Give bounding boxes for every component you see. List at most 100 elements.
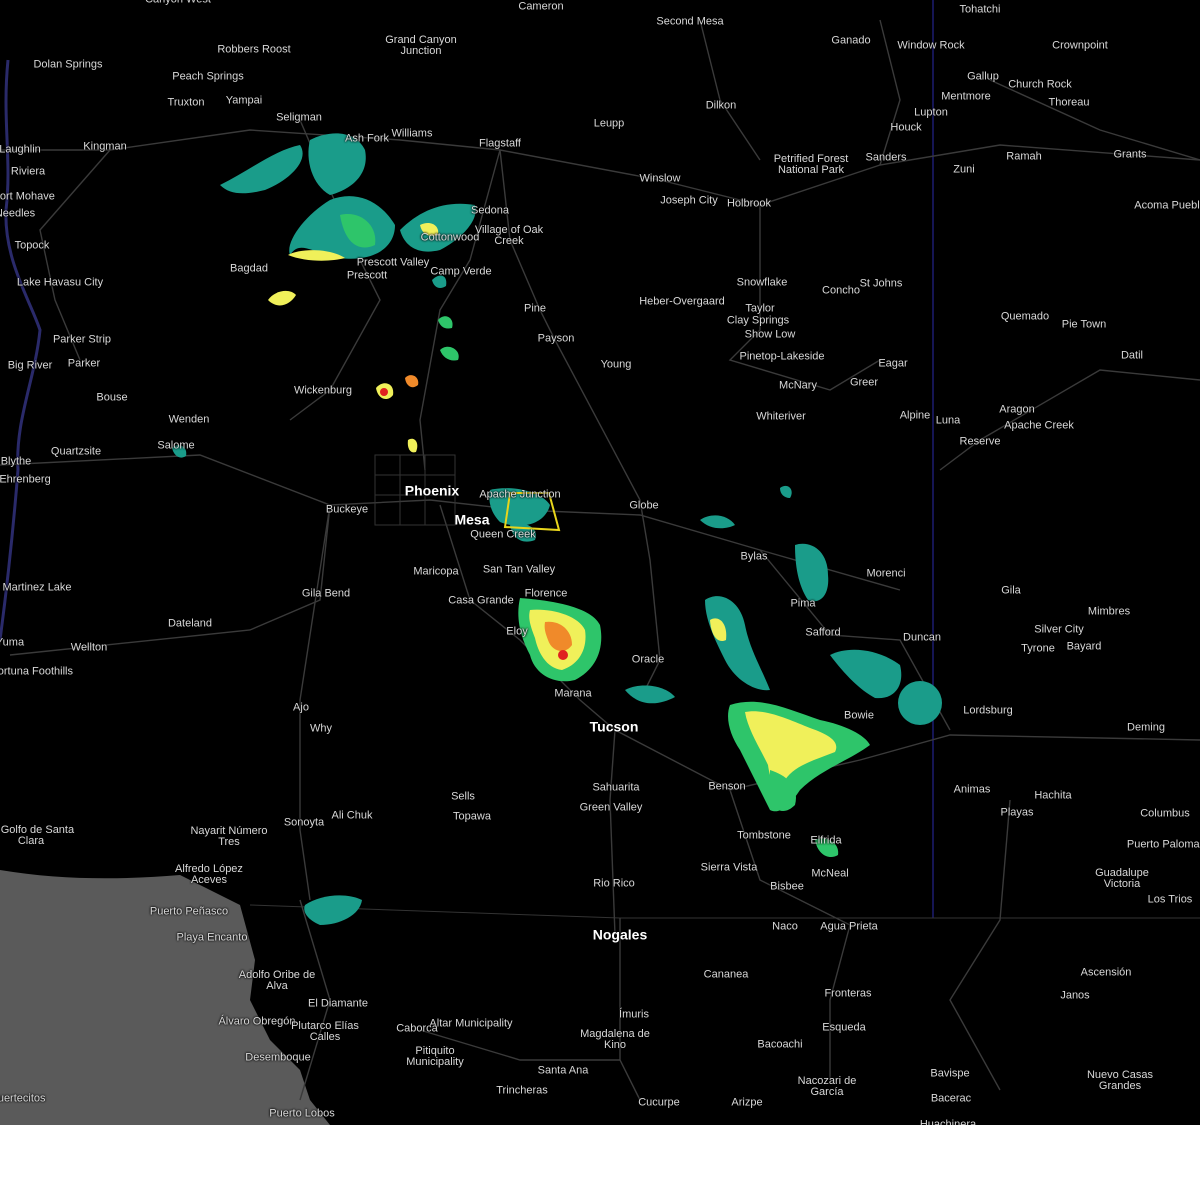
place-label: Adolfo Oribe de Alva: [238, 969, 316, 992]
place-label: Crownpoint: [1052, 39, 1108, 52]
place-label: Nuevo Casas Grandes: [1086, 1069, 1154, 1092]
place-label: Wenden: [168, 413, 210, 426]
place-label: Mimbres: [1087, 605, 1131, 618]
place-label: Village of Oak Creek: [474, 224, 544, 247]
place-label: Gila: [1001, 584, 1021, 597]
place-label: Peach Springs: [172, 70, 244, 83]
place-label: Bisbee: [770, 880, 804, 893]
place-label: Tombstone: [737, 829, 791, 842]
place-label: Benson: [708, 780, 746, 793]
place-label: Alfredo López Aceves: [175, 863, 243, 886]
place-label: Ganado: [831, 34, 871, 47]
place-label: Bavispe: [930, 1067, 970, 1080]
place-label: Camp Verde: [430, 265, 492, 278]
place-label: Janos: [1060, 989, 1090, 1002]
place-label: Needles: [0, 207, 36, 220]
place-label: Playa Encanto: [176, 931, 248, 944]
place-label: Winslow: [639, 172, 681, 185]
place-label: Sedona: [471, 204, 509, 217]
place-label: Ehrenberg: [0, 473, 51, 486]
place-label: Why: [310, 722, 332, 735]
place-label: Pine: [523, 302, 547, 315]
place-label: Florence: [524, 587, 568, 600]
place-label: Gallup: [967, 70, 999, 83]
place-label: Truxton: [167, 96, 205, 109]
place-label: Alpine: [899, 409, 931, 422]
place-label: Mentmore: [941, 90, 991, 103]
place-label: Sanders: [865, 151, 907, 164]
place-label: Apache Creek: [1004, 419, 1074, 432]
place-label: Rio Rico: [593, 877, 635, 890]
place-label: Riviera: [10, 165, 46, 178]
place-label: Taylor: [745, 302, 775, 315]
place-label: Los Trios: [1147, 893, 1193, 906]
place-label: Heber-Overgaard: [639, 295, 725, 308]
place-label: Blythe: [0, 455, 32, 468]
place-label: Puerto Lobos: [269, 1107, 335, 1120]
place-label: Church Rock: [1008, 78, 1072, 91]
place-label: Yuma: [0, 636, 25, 649]
place-label: Tyrone: [1021, 642, 1055, 655]
place-label: Bagdad: [230, 262, 268, 275]
place-label: Nacozari de García: [797, 1075, 857, 1098]
place-label: Ali Chuk: [331, 809, 373, 822]
place-label: Sierra Vista: [700, 861, 758, 874]
place-label: Acoma Pueblo: [1134, 199, 1200, 212]
place-label: Lupton: [914, 106, 948, 119]
place-label: Duncan: [903, 631, 941, 644]
place-label: Buckeye: [325, 503, 369, 516]
place-label: Puerto Peñasco: [149, 905, 229, 918]
international-border: [249, 904, 1200, 919]
place-label: Phoenix: [404, 482, 460, 499]
place-label: Arizpe: [731, 1096, 763, 1109]
place-label: Ajo: [293, 701, 309, 714]
place-label: Deming: [1127, 721, 1165, 734]
place-label: Pitiquito Municipality: [406, 1045, 464, 1068]
place-label: Cananea: [703, 968, 749, 981]
place-label: Grand Canyon Junction: [385, 34, 457, 57]
place-label: Canyon West: [145, 0, 211, 6]
place-label: Salome: [157, 439, 195, 452]
place-label: Safford: [805, 626, 841, 639]
place-label: Cucurpe: [638, 1096, 680, 1109]
place-label: Ash Fork: [344, 132, 390, 145]
place-label: Seligman: [276, 111, 322, 124]
place-label: Concho: [822, 284, 860, 297]
place-label: Payson: [537, 332, 575, 345]
place-label: Silver City: [1034, 623, 1084, 636]
place-label: Window Rock: [897, 39, 965, 52]
place-label: Globe: [629, 499, 659, 512]
place-label: Aragon: [999, 403, 1035, 416]
place-label: Ascensión: [1080, 966, 1132, 979]
place-label: Robbers Roost: [217, 43, 291, 56]
place-label: Parker Strip: [52, 333, 112, 346]
place-label: Columbus: [1140, 807, 1190, 820]
place-label: San Tan Valley: [482, 563, 556, 576]
place-label: Desemboque: [245, 1051, 311, 1064]
place-label: Queen Creek: [470, 528, 536, 541]
place-label: Tohatchi: [959, 3, 1001, 16]
place-label: Naco: [772, 920, 798, 933]
place-label: Bacoachi: [757, 1038, 803, 1051]
place-label: Trincheras: [496, 1084, 548, 1097]
place-label: Nogales: [592, 926, 648, 943]
place-label: Caborca: [396, 1022, 438, 1035]
place-label: Marana: [554, 687, 592, 700]
place-label: Bayard: [1066, 640, 1102, 653]
place-label: Big River: [7, 359, 53, 372]
place-label: Fronteras: [824, 987, 872, 1000]
place-label: Holbrook: [726, 197, 772, 210]
radar-map[interactable]: Canyon West Cameron Tohatchi Second Mesa Gan…: [0, 0, 1200, 1125]
place-label: Second Mesa: [656, 15, 724, 28]
place-label: Show Low: [744, 328, 796, 341]
place-label: Thoreau: [1048, 96, 1090, 109]
place-label: Magdalena de Kino: [580, 1028, 650, 1051]
place-label: Santa Ana: [537, 1064, 589, 1077]
place-label: Lordsburg: [963, 704, 1013, 717]
place-label: Pinetop-Lakeside: [739, 350, 825, 363]
place-label: Ramah: [1006, 150, 1042, 163]
place-label: Maricopa: [413, 565, 459, 578]
place-label: Wickenburg: [293, 384, 353, 397]
place-label: Eloy: [506, 625, 528, 638]
place-label: Houck: [890, 121, 922, 134]
